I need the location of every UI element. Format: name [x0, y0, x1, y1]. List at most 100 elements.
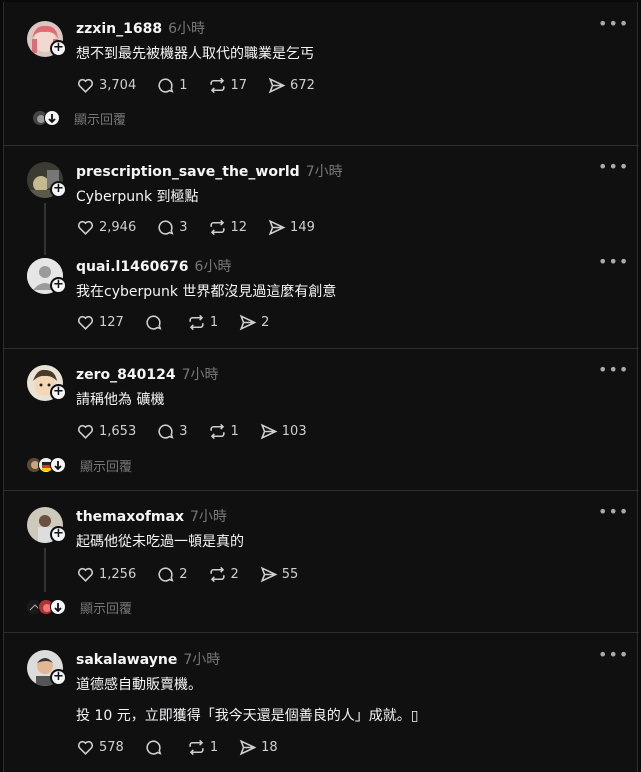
- comment-count: 1: [179, 77, 188, 93]
- like-button[interactable]: 3,704: [76, 76, 136, 95]
- comment-button[interactable]: 3: [156, 218, 188, 237]
- repost-button[interactable]: 2: [208, 565, 239, 584]
- comment-bubble-icon: [146, 314, 162, 330]
- like-count: 2,946: [99, 219, 137, 235]
- show-replies-row[interactable]: 顯示回覆: [26, 455, 132, 475]
- down-arrow-icon: [50, 599, 66, 615]
- down-arrow-icon: [50, 457, 66, 473]
- comment-button[interactable]: 3: [156, 422, 188, 441]
- reply-header: quai.l1460676 6小時: [76, 256, 231, 276]
- repost-icon: [189, 314, 204, 330]
- timestamp[interactable]: 7小時: [306, 164, 343, 180]
- follow-plus-icon[interactable]: +: [50, 669, 67, 686]
- send-icon: [239, 314, 257, 330]
- post-actions: 2,946 3 12 149: [76, 217, 335, 237]
- thread-line: [44, 203, 46, 255]
- post-header: themaxofmax 7小時: [76, 506, 227, 526]
- feed-panel: + zzxin_1688 6小時 想不到最先被機器人取代的職業是乞丐 ••• 3,…: [3, 2, 639, 772]
- username[interactable]: prescription_save_the_world: [76, 164, 300, 180]
- share-count: 149: [290, 219, 315, 235]
- like-count: 1,653: [99, 423, 137, 439]
- comment-bubble-icon: [158, 77, 174, 93]
- show-replies-row[interactable]: 顯示回覆: [26, 597, 132, 617]
- post-text: Cyberpunk 到極點: [76, 189, 199, 205]
- like-button[interactable]: 1,256: [76, 565, 136, 584]
- share-count: 55: [281, 566, 299, 582]
- follow-plus-icon[interactable]: +: [50, 181, 67, 198]
- heart-icon: [77, 567, 94, 582]
- show-replies-label[interactable]: 顯示回覆: [80, 456, 132, 475]
- post-actions: 3,704 1 17 672: [76, 75, 335, 95]
- post-text: 想不到最先被機器人取代的職業是乞丐: [76, 46, 314, 62]
- like-button[interactable]: 1,653: [76, 422, 136, 441]
- repost-button[interactable]: 17: [208, 76, 247, 95]
- like-button[interactable]: 578: [76, 738, 124, 757]
- username[interactable]: zero_840124: [76, 367, 176, 383]
- comment-button[interactable]: [144, 313, 167, 332]
- timestamp[interactable]: 7小時: [190, 509, 227, 525]
- like-button[interactable]: 2,946: [76, 218, 136, 237]
- repost-icon: [209, 423, 225, 439]
- share-count: 103: [281, 423, 307, 439]
- more-dots-icon[interactable]: •••: [598, 504, 628, 521]
- more-dots-icon[interactable]: •••: [598, 254, 628, 271]
- send-icon: [260, 566, 278, 582]
- comment-button[interactable]: 2: [156, 565, 188, 584]
- repost-button[interactable]: 1: [187, 313, 218, 332]
- timestamp[interactable]: 7小時: [183, 652, 220, 668]
- timestamp[interactable]: 6小時: [195, 259, 232, 275]
- repost-icon: [209, 566, 225, 582]
- post-header: sakalawayne 7小時: [76, 649, 220, 669]
- like-count: 3,704: [99, 77, 137, 93]
- username[interactable]: quai.l1460676: [76, 259, 189, 275]
- username[interactable]: sakalawayne: [76, 652, 177, 668]
- show-replies-row[interactable]: 顯示回覆: [32, 108, 126, 128]
- send-icon: [239, 739, 257, 755]
- send-icon: [260, 423, 278, 439]
- repost-button[interactable]: 1: [208, 422, 239, 441]
- follow-plus-icon[interactable]: +: [50, 526, 67, 543]
- divider: [4, 632, 639, 633]
- more-dots-icon[interactable]: •••: [598, 16, 628, 33]
- timestamp[interactable]: 7小時: [182, 367, 219, 383]
- repost-button[interactable]: 12: [208, 218, 247, 237]
- username[interactable]: themaxofmax: [76, 509, 184, 525]
- username[interactable]: zzxin_1688: [76, 21, 162, 37]
- send-icon: [268, 219, 286, 235]
- comment-count: 2: [179, 566, 188, 582]
- comment-bubble-icon: [158, 566, 174, 582]
- share-button[interactable]: 18: [238, 738, 278, 757]
- share-button[interactable]: 672: [267, 76, 315, 95]
- reply-text: 我在cyberpunk 世界都沒見過這麼有創意: [76, 284, 337, 300]
- post-actions: 578 1 18: [76, 737, 298, 757]
- timestamp[interactable]: 6小時: [168, 21, 205, 37]
- comment-button[interactable]: [144, 738, 167, 757]
- follow-plus-icon[interactable]: +: [50, 277, 67, 294]
- more-dots-icon[interactable]: •••: [598, 362, 628, 379]
- comment-button[interactable]: 1: [156, 76, 188, 95]
- share-button[interactable]: 149: [267, 218, 315, 237]
- comment-count: 3: [179, 423, 188, 439]
- like-count: 127: [99, 314, 124, 330]
- post-header: zero_840124 7小時: [76, 364, 219, 384]
- follow-plus-icon[interactable]: +: [50, 40, 67, 57]
- follow-plus-icon[interactable]: +: [50, 384, 67, 401]
- show-replies-label[interactable]: 顯示回覆: [74, 109, 126, 128]
- repost-button[interactable]: 1: [187, 738, 218, 757]
- like-button[interactable]: 127: [76, 313, 124, 332]
- share-button[interactable]: 103: [259, 422, 307, 441]
- share-button[interactable]: 2: [238, 313, 269, 332]
- comment-count: 3: [179, 219, 188, 235]
- down-arrow-icon: [44, 110, 60, 126]
- share-button[interactable]: 55: [259, 565, 299, 584]
- like-count: 1,256: [99, 566, 137, 582]
- send-icon: [268, 77, 286, 93]
- reply-actions: 127 1 2: [76, 312, 289, 332]
- repost-count: 1: [209, 739, 219, 755]
- more-dots-icon[interactable]: •••: [598, 159, 628, 176]
- post-text-line2: 投 10 元，立即獲得「我今天還是個善良的人」成就。▯: [76, 708, 419, 724]
- heart-icon: [77, 220, 94, 235]
- like-count: 578: [99, 739, 124, 755]
- show-replies-label[interactable]: 顯示回覆: [80, 598, 132, 617]
- more-dots-icon[interactable]: •••: [598, 647, 628, 664]
